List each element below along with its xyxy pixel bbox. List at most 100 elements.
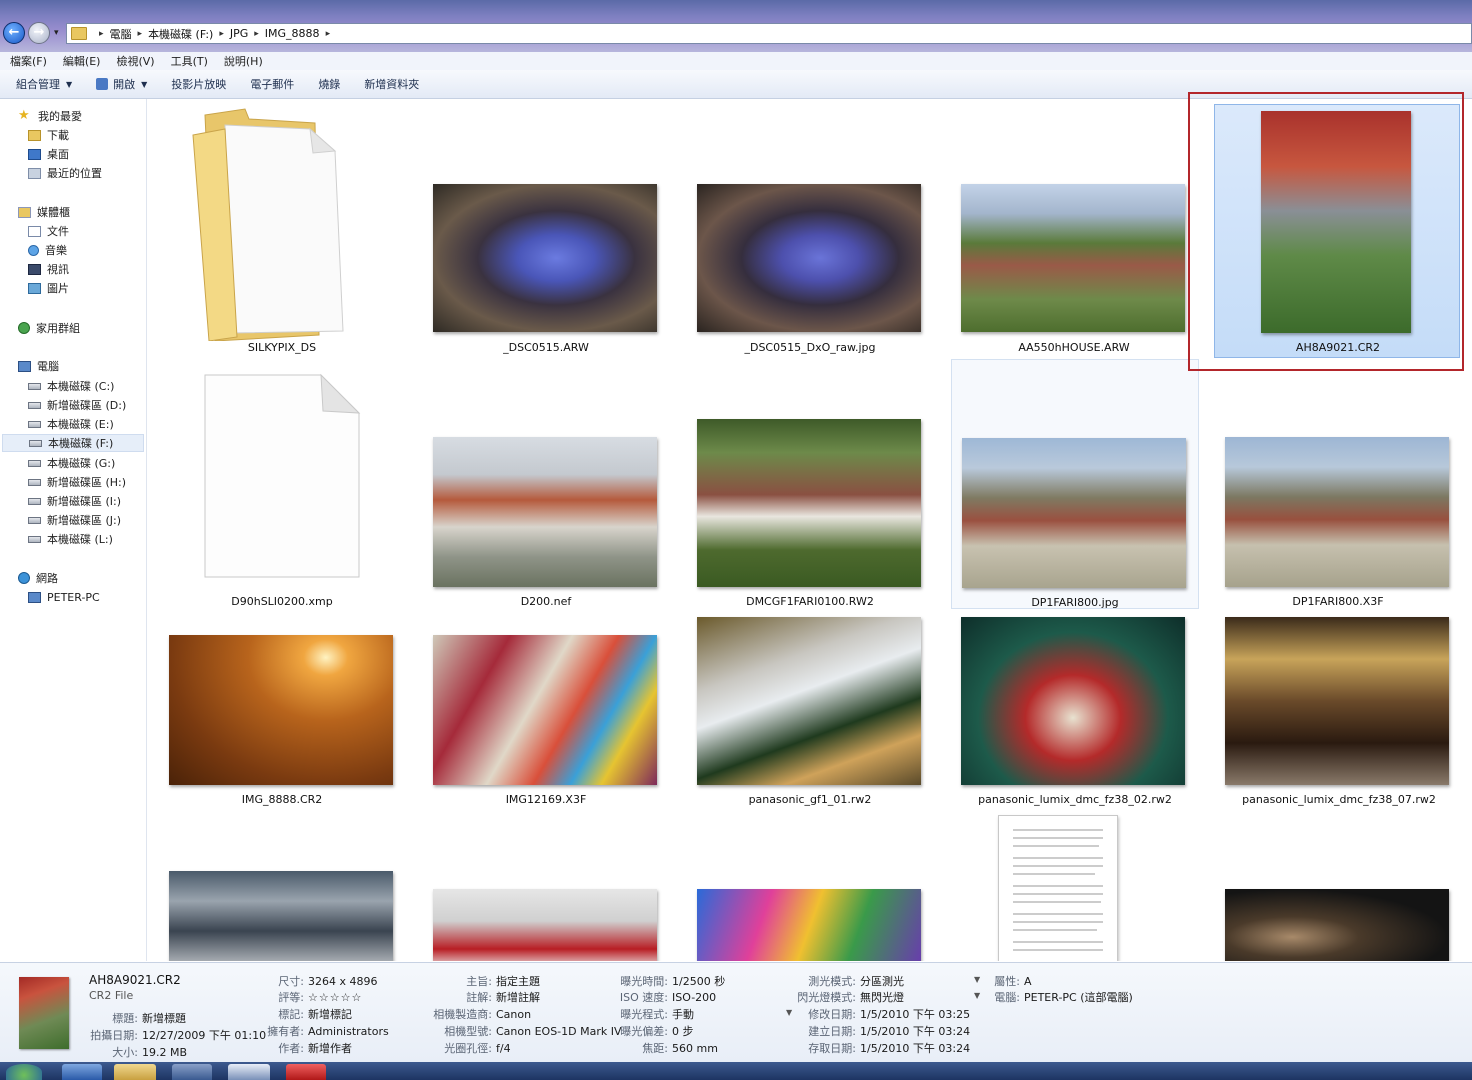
file-tile[interactable]: IMG12169.X3F (431, 615, 663, 815)
file-tile[interactable]: SILKYPIX_DS (167, 99, 399, 361)
prop-subject[interactable]: 主旨: 指定主題 (420, 973, 540, 989)
opera-icon[interactable] (286, 1064, 326, 1080)
media-player-icon[interactable] (172, 1064, 212, 1080)
chevron-down-icon[interactable]: ▼ (974, 991, 980, 1000)
file-tile[interactable]: panasonic_lumix_dmc_fz38_02.rw2 (959, 615, 1191, 815)
menu-tools[interactable]: 工具(T) (171, 53, 208, 69)
nav-label: 文件 (47, 225, 69, 238)
nav-computer[interactable]: 電腦 (18, 357, 59, 375)
document-thumbnail[interactable] (998, 815, 1118, 961)
prop-rating[interactable]: 評等: ☆☆☆☆☆ (262, 989, 362, 1005)
prop-tags[interactable]: 標記: 新增標記 (262, 1006, 352, 1022)
prop-date-taken[interactable]: 拍攝日期: 12/27/2009 下午 01:10 (80, 1027, 266, 1043)
menu-edit[interactable]: 編輯(E) (63, 53, 101, 69)
file-tile[interactable]: panasonic_gf1_01.rw2 (695, 615, 927, 815)
file-tile[interactable]: IMG_8888.CR2 (167, 615, 399, 815)
nav-drive-d[interactable]: 新增磁碟區 (D:) (28, 396, 126, 414)
breadcrumb-jpg[interactable]: JPG (230, 27, 248, 40)
rating-stars-icon[interactable]: ☆☆☆☆☆ (308, 991, 362, 1004)
file-tile[interactable]: D90hSLI0200.xmp (167, 363, 399, 615)
recent-pages-dropdown-icon[interactable]: ▾ (54, 28, 59, 38)
nav-libraries[interactable]: 媒體櫃 (18, 203, 70, 221)
nav-drive-g[interactable]: 本機磁碟 (G:) (28, 454, 115, 472)
breadcrumb-computer[interactable]: 電腦 (110, 26, 132, 42)
menu-file[interactable]: 檔案(F) (10, 53, 47, 69)
thumbnail-image (697, 617, 921, 785)
file-tile[interactable] (167, 867, 399, 961)
nav-drive-f[interactable]: 本機磁碟 (F:) (2, 434, 144, 452)
text-lines-icon (1013, 829, 1103, 951)
file-name: panasonic_lumix_dmc_fz38_02.rw2 (978, 793, 1172, 806)
thumbnail-image (169, 635, 393, 785)
menu-help[interactable]: 說明(H) (224, 53, 263, 69)
nav-drive-h[interactable]: 新增磁碟區 (H:) (28, 473, 126, 491)
prop-author[interactable]: 作者: 新增作者 (262, 1040, 352, 1056)
file-tile-selected[interactable]: AH8A9021.CR2 (1214, 104, 1460, 358)
prop-title[interactable]: 標題: 新增標題 (80, 1010, 186, 1026)
nav-documents[interactable]: 文件 (28, 222, 69, 240)
start-button-icon[interactable] (6, 1064, 42, 1080)
file-tile[interactable]: panasonic_lumix_dmc_fz38_07.rw2 (1223, 615, 1455, 815)
nav-desktop[interactable]: 桌面 (28, 145, 69, 163)
chevron-down-icon[interactable]: ▼ (974, 975, 980, 984)
thumbnail-image (169, 871, 393, 961)
breadcrumb-img-8888[interactable]: IMG_8888 (265, 27, 320, 40)
prop-comments[interactable]: 註解: 新增註解 (420, 989, 540, 1005)
nav-downloads[interactable]: 下載 (28, 126, 69, 144)
prop-date-accessed: 存取日期: 1/5/2010 下午 03:24 (808, 1042, 971, 1055)
nav-peter-pc[interactable]: PETER-PC (28, 588, 100, 606)
menu-view[interactable]: 檢視(V) (116, 53, 154, 69)
nav-videos[interactable]: 視訊 (28, 260, 69, 278)
details-pane: AH8A9021.CR2 CR2 File 標題: 新增標題 拍攝日期: 12/27… (0, 962, 1472, 1063)
nav-drive-l[interactable]: 本機磁碟 (L:) (28, 530, 113, 548)
prop-camera-model: 相機型號: Canon EOS-1D Mark IV (444, 1025, 622, 1038)
nav-recent[interactable]: 最近的位置 (28, 164, 102, 182)
nav-favorites[interactable]: ★ 我的最愛 (18, 107, 82, 125)
new-folder-label: 新增資料夾 (364, 78, 420, 91)
nav-drive-i[interactable]: 新增磁碟區 (I:) (28, 492, 121, 510)
chevron-right-icon[interactable]: ▸ (219, 29, 224, 39)
chevron-right-icon[interactable]: ▸ (138, 29, 143, 39)
chevron-right-icon[interactable]: ▸ (99, 29, 104, 39)
breadcrumb-drive-f[interactable]: 本機磁碟 (F:) (148, 26, 213, 42)
file-tile[interactable] (431, 867, 663, 961)
nav-music[interactable]: 音樂 (28, 241, 67, 259)
explorer-taskbar-icon[interactable] (114, 1064, 156, 1080)
music-icon (28, 244, 39, 256)
internet-explorer-icon[interactable] (62, 1064, 102, 1080)
file-tile[interactable] (1223, 867, 1455, 961)
nav-drive-e[interactable]: 本機磁碟 (E:) (28, 415, 114, 433)
nav-homegroup[interactable]: 家用群組 (18, 319, 80, 337)
document-icon (204, 373, 361, 578)
file-tile[interactable]: _DSC0515.ARW (431, 99, 663, 361)
nav-drive-c[interactable]: 本機磁碟 (C:) (28, 377, 114, 395)
burn-button[interactable]: 燒錄 (318, 76, 340, 92)
file-tile[interactable]: DP1FARI800.jpg (951, 359, 1199, 609)
file-tile[interactable] (695, 867, 927, 961)
forward-button[interactable]: → (28, 22, 50, 44)
slideshow-button[interactable]: 投影片放映 (171, 76, 226, 92)
chrome-icon[interactable] (228, 1064, 270, 1080)
chevron-right-icon[interactable]: ▸ (254, 29, 259, 39)
file-tile[interactable]: D200.nef (431, 363, 663, 615)
recent-places-icon (28, 167, 41, 179)
pictures-icon (28, 282, 41, 294)
drive-icon (28, 516, 41, 524)
file-tile[interactable]: _DSC0515_DxO_raw.jpg (695, 99, 927, 361)
file-tile[interactable]: DMCGF1FARI0100.RW2 (695, 363, 927, 615)
nav-network[interactable]: 網路 (18, 569, 58, 587)
chevron-right-icon[interactable]: ▸ (326, 29, 331, 39)
address-bar[interactable]: ▸ 電腦 ▸ 本機磁碟 (F:) ▸ JPG ▸ IMG_8888 ▸ (66, 23, 1472, 44)
organize-button[interactable]: 組合管理 ▼ (16, 76, 72, 92)
file-tile[interactable]: DP1FARI800.X3F (1223, 363, 1455, 615)
drive-icon (28, 459, 41, 467)
file-tile[interactable]: AA550hHOUSE.ARW (959, 99, 1191, 361)
email-button[interactable]: 電子郵件 (250, 76, 294, 92)
back-button[interactable]: ← (3, 22, 25, 44)
details-file-name: AH8A9021.CR2 (89, 973, 181, 987)
new-folder-button[interactable]: 新增資料夾 (364, 76, 419, 92)
open-button[interactable]: 開啟 ▼ (96, 76, 147, 92)
file-name: panasonic_gf1_01.rw2 (748, 793, 872, 806)
nav-drive-j[interactable]: 新增磁碟區 (J:) (28, 511, 121, 529)
nav-pictures[interactable]: 圖片 (28, 279, 69, 297)
